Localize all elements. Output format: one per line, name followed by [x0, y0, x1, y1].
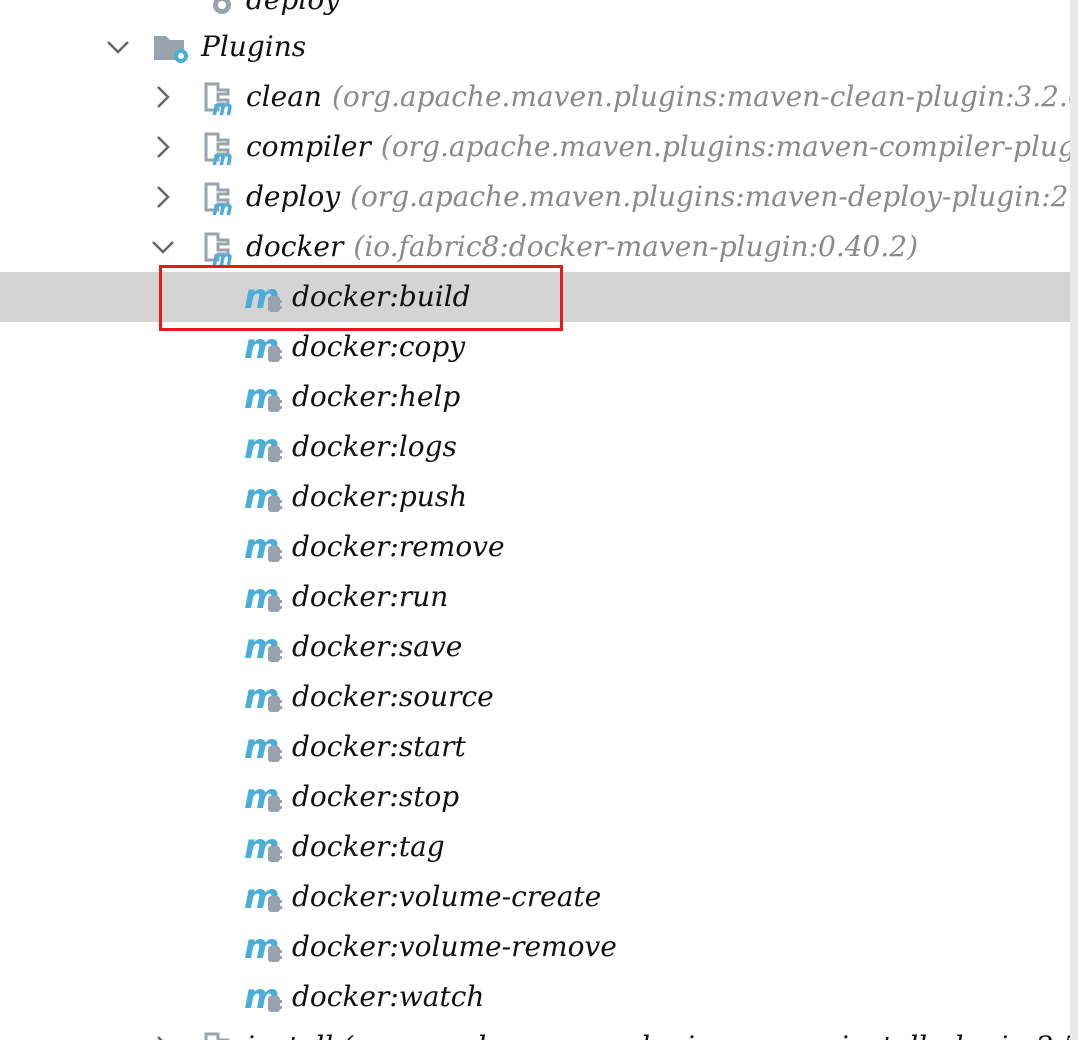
plugin-name: compiler [246, 130, 371, 163]
goal-label: docker:logs [292, 430, 457, 463]
chevron-right-icon[interactable] [151, 135, 175, 159]
plugin-coordinates: (org.apache.maven.plugins:maven-clean-pl… [331, 80, 1070, 113]
maven-goal-icon: m [244, 980, 284, 1016]
gear-icon [200, 0, 240, 19]
maven-goal-icon: m [244, 930, 284, 966]
goal-label: docker:watch [292, 980, 485, 1013]
maven-goal-icon: m [244, 680, 284, 716]
tree-row-plugin-clean[interactable]: m clean (org.apache.maven.plugins:maven-c… [0, 72, 1070, 122]
maven-goal-icon: m [244, 880, 284, 916]
folder-gear-icon [152, 30, 192, 66]
tree-row-goal-docker-start[interactable]: m docker:start [0, 722, 1070, 772]
goal-label: docker:volume-remove [292, 930, 617, 963]
maven-goal-icon: m [244, 430, 284, 466]
scrollbar-track[interactable] [1070, 0, 1078, 1040]
tree-row-goal-docker-source[interactable]: m docker:source [0, 672, 1070, 722]
goal-label: docker:tag [292, 830, 445, 863]
maven-goal-icon: m [244, 480, 284, 516]
maven-goal-icon: m [244, 530, 284, 566]
tree-row-goal-docker-volume-create[interactable]: m docker:volume-create [0, 872, 1070, 922]
goal-label: docker:run [292, 580, 449, 613]
svg-text:m: m [212, 96, 233, 116]
tree-row-plugin-compiler[interactable]: m compiler (org.apache.maven.plugins:mave… [0, 122, 1070, 172]
maven-goal-icon: m [244, 830, 284, 866]
maven-goal-icon: m [244, 330, 284, 366]
goal-label: docker:copy [292, 330, 466, 363]
tree-row-plugin-docker[interactable]: m docker (io.fabric8:docker-maven-plugin:… [0, 222, 1070, 272]
tree-item-label: Plugins [201, 30, 307, 63]
maven-plugin-icon: m [198, 130, 238, 166]
plugin-coordinates: (org.apache.maven.plugins:maven-compiler… [380, 130, 1070, 163]
chevron-right-icon[interactable] [151, 85, 175, 109]
svg-text:m: m [212, 146, 233, 166]
goal-label: docker:start [292, 730, 466, 763]
maven-plugin-icon: m [198, 80, 238, 116]
tree-row-partial-bottom[interactable]: install (org.apache.maven.plugins:maven-… [0, 1022, 1070, 1040]
maven-goal-icon: m [244, 380, 284, 416]
tree-item-label: deploy [246, 0, 340, 17]
tree-row-plugin-deploy[interactable]: m deploy (org.apache.maven.plugins:maven-… [0, 172, 1070, 222]
goal-label: docker:source [292, 680, 494, 713]
tree-row-goal-docker-push[interactable]: m docker:push [0, 472, 1070, 522]
tree-row-plugins[interactable]: Plugins [0, 22, 1070, 72]
plugin-coordinates: (org.apache.maven.plugins:maven-deploy-p… [350, 180, 1070, 213]
goal-label: docker:save [292, 630, 463, 663]
tree-row-goal-docker-save[interactable]: m docker:save [0, 622, 1070, 672]
tree-row-goal-docker-stop[interactable]: m docker:stop [0, 772, 1070, 822]
maven-plugin-icon: m [198, 230, 238, 266]
goal-label: docker:stop [292, 780, 460, 813]
maven-tree: deploy Plugins m clean(org.apache.maven [0, 0, 1070, 1040]
chevron-right-icon[interactable] [151, 185, 175, 209]
maven-goal-icon: m [244, 630, 284, 666]
tree-row-goal-docker-run[interactable]: m docker:run [0, 572, 1070, 622]
maven-goal-icon: m [244, 730, 284, 766]
plugin-name: clean [246, 80, 322, 113]
maven-plugin-icon: m [198, 180, 238, 216]
plugin-name: deploy [246, 180, 341, 213]
maven-plugin-icon [198, 1030, 238, 1040]
maven-goal-icon: m [244, 780, 284, 816]
tree-row-goal-docker-help[interactable]: m docker:help [0, 372, 1070, 422]
svg-text:m: m [212, 246, 233, 266]
tree-row-goal-docker-tag[interactable]: m docker:tag [0, 822, 1070, 872]
tree-row-goal-docker-logs[interactable]: m docker:logs [0, 422, 1070, 472]
tree-item-label: install (org.apache.maven.plugins:maven-… [246, 1030, 1070, 1040]
tree-row-goal-docker-watch[interactable]: m docker:watch [0, 972, 1070, 1022]
chevron-down-icon[interactable] [151, 235, 175, 259]
goal-label: docker:push [292, 480, 468, 513]
goal-label: docker:volume-create [292, 880, 602, 913]
goal-label: docker:remove [292, 530, 505, 563]
svg-text:m: m [212, 196, 233, 216]
tree-row-goal-docker-copy[interactable]: m docker:copy [0, 322, 1070, 372]
maven-goal-icon: m [244, 580, 284, 616]
tree-row-goal-docker-remove[interactable]: m docker:remove [0, 522, 1070, 572]
plugin-name: docker [246, 230, 344, 263]
tree-row-goal-docker-build[interactable]: m docker:build [0, 272, 1070, 322]
goal-label: docker:build [292, 280, 471, 313]
tree-row-goal-docker-volume-remove[interactable]: m docker:volume-remove [0, 922, 1070, 972]
chevron-down-icon[interactable] [106, 35, 130, 59]
chevron-right-icon[interactable] [151, 1035, 175, 1040]
plugin-coordinates: (io.fabric8:docker-maven-plugin:0.40.2) [353, 230, 918, 263]
maven-goal-icon: m [244, 280, 284, 316]
goal-label: docker:help [292, 380, 461, 413]
